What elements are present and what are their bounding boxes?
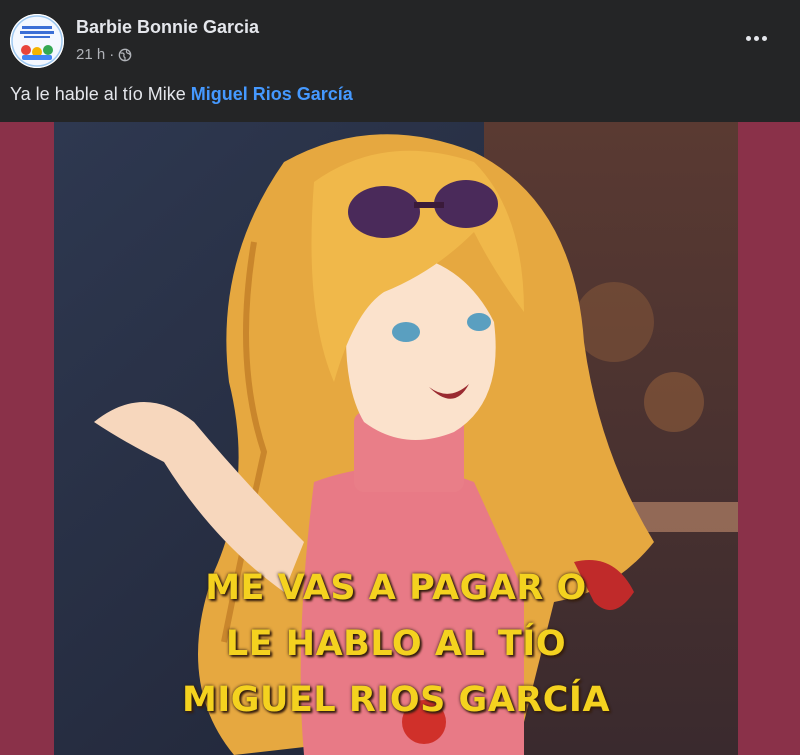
more-dot <box>753 35 759 41</box>
post-header: Barbie Bonnie Garcia 21 h · Ya le hable … <box>0 0 800 122</box>
author-name[interactable]: Barbie Bonnie Garcia <box>76 17 259 38</box>
globe-icon <box>118 48 132 61</box>
meme-image: ME VAS A PAGAR O LE HABLO AL TÍO MIGUEL … <box>54 122 738 755</box>
post-caption: Ya le hable al tío Mike Miguel Rios Garc… <box>10 84 353 105</box>
caption-text: Ya le hable al tío Mike <box>10 84 191 104</box>
post-media[interactable]: ME VAS A PAGAR O LE HABLO AL TÍO MIGUEL … <box>0 122 800 755</box>
more-options-icon[interactable] <box>742 28 770 48</box>
post-meta: 21 h · <box>76 46 132 63</box>
caption-mention-link[interactable]: Miguel Rios García <box>191 84 353 104</box>
post-time[interactable]: 21 h <box>76 46 105 63</box>
meme-line: ME VAS A PAGAR O <box>205 568 587 608</box>
meme-line: LE HABLO AL TÍO <box>225 624 567 664</box>
more-dot <box>745 35 751 41</box>
meta-separator: · <box>109 46 115 63</box>
meme-line: MIGUEL RIOS GARCÍA <box>181 680 611 720</box>
avatar-logo-image <box>10 14 64 68</box>
more-dot <box>761 35 767 41</box>
author-avatar[interactable] <box>10 14 64 68</box>
meme-caption: ME VAS A PAGAR O LE HABLO AL TÍO MIGUEL … <box>54 560 738 728</box>
